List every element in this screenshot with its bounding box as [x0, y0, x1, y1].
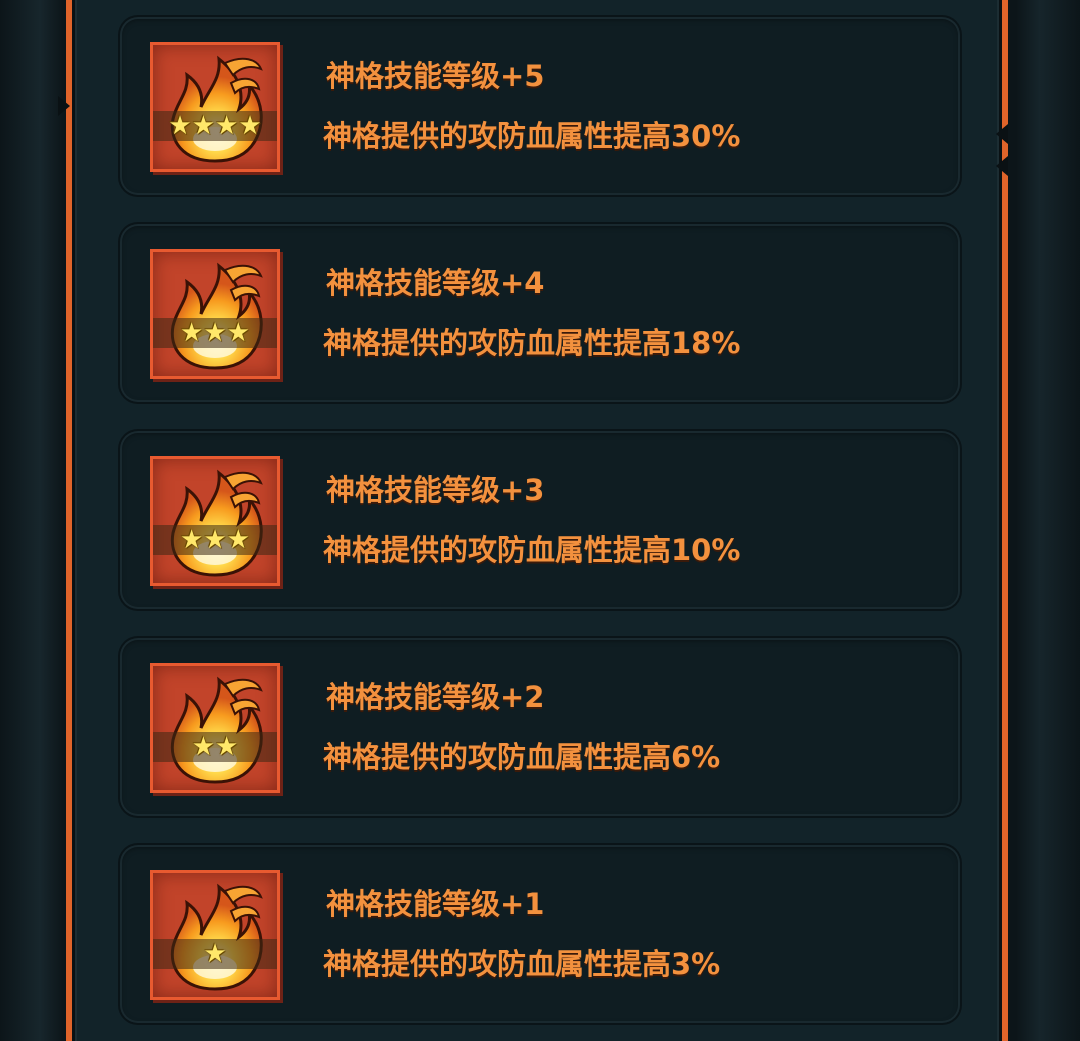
fire-icon	[170, 469, 263, 577]
star-icon: ★	[215, 732, 239, 762]
tier-description: 神格提供的攻防血属性提高18%	[323, 326, 741, 360]
star-icon: ★	[203, 318, 227, 348]
fire-emblem-icon: ★ ★ ★	[150, 249, 280, 379]
tier-card: ★ ★ ★ 神格技能等级+4 神格提供的攻防血属性提高18%	[120, 224, 960, 402]
tier-title: 神格技能等级+2	[326, 680, 545, 714]
star-icon: ★	[191, 732, 215, 762]
tier-title: 神格技能等级+1	[326, 887, 545, 921]
star-icon: ★	[203, 525, 227, 555]
fire-icon	[170, 55, 263, 163]
star-icon: ★	[226, 318, 250, 348]
tier-description: 神格提供的攻防血属性提高6%	[323, 740, 721, 774]
tier-card: ★ ★ ★ ★ 神格技能等级+5 神格提供的攻防血属性提高30%	[120, 17, 960, 195]
skill-tier-screen: ★ ★ ★ ★ 神格技能等级+5 神格提供的攻防血属性提高30% ★ ★ ★ 神…	[0, 0, 1080, 1041]
star-rating: ★ ★ ★	[153, 318, 277, 348]
star-rating: ★ ★	[153, 732, 277, 762]
tier-description: 神格提供的攻防血属性提高10%	[323, 533, 741, 567]
star-rating: ★ ★ ★	[153, 525, 277, 555]
tier-title: 神格技能等级+4	[326, 266, 545, 300]
star-icon: ★	[180, 525, 204, 555]
fire-emblem-icon: ★ ★ ★ ★	[150, 42, 280, 172]
star-icon: ★	[238, 111, 262, 141]
panel-notch	[58, 96, 70, 116]
star-icon: ★	[180, 318, 204, 348]
fire-emblem-icon: ★	[150, 870, 280, 1000]
star-icon: ★	[215, 111, 239, 141]
fire-emblem-icon: ★ ★	[150, 663, 280, 793]
panel-notch	[996, 156, 1008, 176]
star-icon: ★	[191, 111, 215, 141]
tier-description: 神格提供的攻防血属性提高3%	[323, 947, 721, 981]
star-icon: ★	[168, 111, 192, 141]
fire-icon	[170, 676, 263, 784]
star-rating: ★ ★ ★ ★	[153, 111, 277, 141]
star-icon: ★	[226, 525, 250, 555]
star-rating: ★	[153, 939, 277, 969]
tier-card: ★ 神格技能等级+1 神格提供的攻防血属性提高3%	[120, 845, 960, 1023]
fire-icon	[170, 262, 263, 370]
tier-description: 神格提供的攻防血属性提高30%	[323, 119, 741, 153]
tier-card: ★ ★ 神格技能等级+2 神格提供的攻防血属性提高6%	[120, 638, 960, 816]
fire-emblem-icon: ★ ★ ★	[150, 456, 280, 586]
fire-icon	[170, 883, 263, 991]
tier-card: ★ ★ ★ 神格技能等级+3 神格提供的攻防血属性提高10%	[120, 431, 960, 609]
star-icon: ★	[203, 939, 227, 969]
tier-title: 神格技能等级+3	[326, 473, 545, 507]
tier-title: 神格技能等级+5	[326, 59, 545, 93]
panel-notch	[996, 124, 1008, 144]
